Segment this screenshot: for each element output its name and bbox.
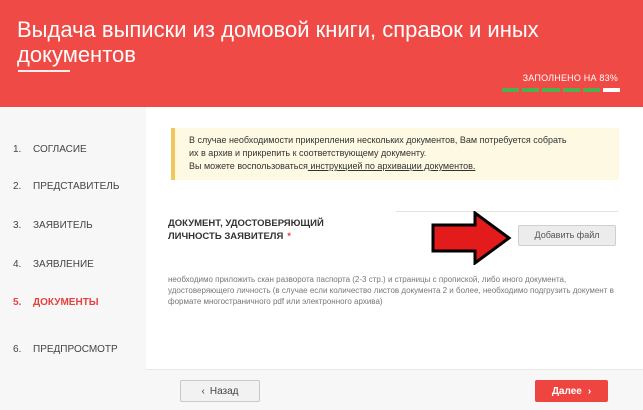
progress-segment xyxy=(582,88,600,92)
red-arrow-icon xyxy=(431,211,512,265)
progress-bar xyxy=(502,88,621,92)
step-number: 6. xyxy=(13,344,22,355)
document-field-label: ДОКУМЕНТ, УДОСТОВЕРЯЮЩИЙ ЛИЧНОСТЬ ЗАЯВИТ… xyxy=(168,217,373,243)
step-number: 3. xyxy=(13,220,22,231)
chevron-right-icon: › xyxy=(587,385,592,397)
info-notice: В случае необходимости прикрепления неск… xyxy=(171,128,619,180)
progress-label: ЗАПОЛНЕНО НА 83% xyxy=(522,73,618,83)
step-application[interactable]: 4. ЗАЯВЛЕНИЕ xyxy=(13,259,94,270)
back-button[interactable]: ‹ Назад xyxy=(180,380,260,402)
chevron-left-icon: ‹ xyxy=(201,385,205,397)
page-title: Выдача выписки из домовой книги, справок… xyxy=(17,17,539,67)
notice-line: В случае необходимости прикрепления неск… xyxy=(189,135,567,145)
title-underline xyxy=(18,70,70,72)
progress-segment xyxy=(502,88,520,92)
notice-line: их в архив и прикрепить к соответствующе… xyxy=(189,148,427,158)
step-number: 5. xyxy=(13,297,22,308)
archive-instructions-link[interactable]: инструкцией по архивации документов. xyxy=(308,161,475,171)
document-help-text: необходимо приложить скан разворота пасп… xyxy=(168,275,614,306)
step-representative[interactable]: 2. ПРЕДСТАВИТЕЛЬ xyxy=(13,181,119,192)
next-button-label: Далее xyxy=(551,385,582,397)
step-number: 2. xyxy=(13,181,22,192)
page-header: Выдача выписки из домовой книги, справок… xyxy=(0,0,643,107)
step-label: ДОКУМЕНТЫ xyxy=(33,297,99,308)
next-button[interactable]: Далее › xyxy=(535,380,608,402)
main-content: В случае необходимости прикрепления неск… xyxy=(146,107,643,410)
step-label: ПРЕДПРОСМОТР xyxy=(33,344,118,355)
progress-segment xyxy=(562,88,580,92)
progress-segment xyxy=(602,88,621,92)
step-agreement[interactable]: 1. СОГЛАСИЕ xyxy=(13,144,87,155)
form-footer: ‹ Назад Далее › xyxy=(146,369,643,410)
notice-line: Вы можете воспользоваться инструкцией по… xyxy=(189,160,609,173)
step-label: ЗАЯВЛЕНИЕ xyxy=(33,259,94,270)
required-asterisk: * xyxy=(287,231,291,242)
step-applicant[interactable]: 3. ЗАЯВИТЕЛЬ xyxy=(13,220,93,231)
progress-segment xyxy=(522,88,540,92)
notice-text: Вы можете воспользоваться xyxy=(189,161,308,171)
step-preview[interactable]: 6. ПРЕДПРОСМОТР xyxy=(13,344,118,355)
steps-sidebar: 1. СОГЛАСИЕ 2. ПРЕДСТАВИТЕЛЬ 3. ЗАЯВИТЕЛ… xyxy=(0,107,146,410)
add-file-button[interactable]: Добавить файл xyxy=(518,225,616,246)
step-number: 4. xyxy=(13,259,22,270)
step-label: СОГЛАСИЕ xyxy=(33,144,87,155)
back-button-label: Назад xyxy=(209,385,239,397)
step-documents[interactable]: 5. ДОКУМЕНТЫ xyxy=(13,297,99,308)
progress-segment xyxy=(542,88,560,92)
step-label: ЗАЯВИТЕЛЬ xyxy=(33,220,93,231)
document-label-text: ДОКУМЕНТ, УДОСТОВЕРЯЮЩИЙ ЛИЧНОСТЬ ЗАЯВИТ… xyxy=(168,218,324,242)
step-number: 1. xyxy=(13,144,22,155)
step-label: ПРЕДСТАВИТЕЛЬ xyxy=(33,181,120,192)
